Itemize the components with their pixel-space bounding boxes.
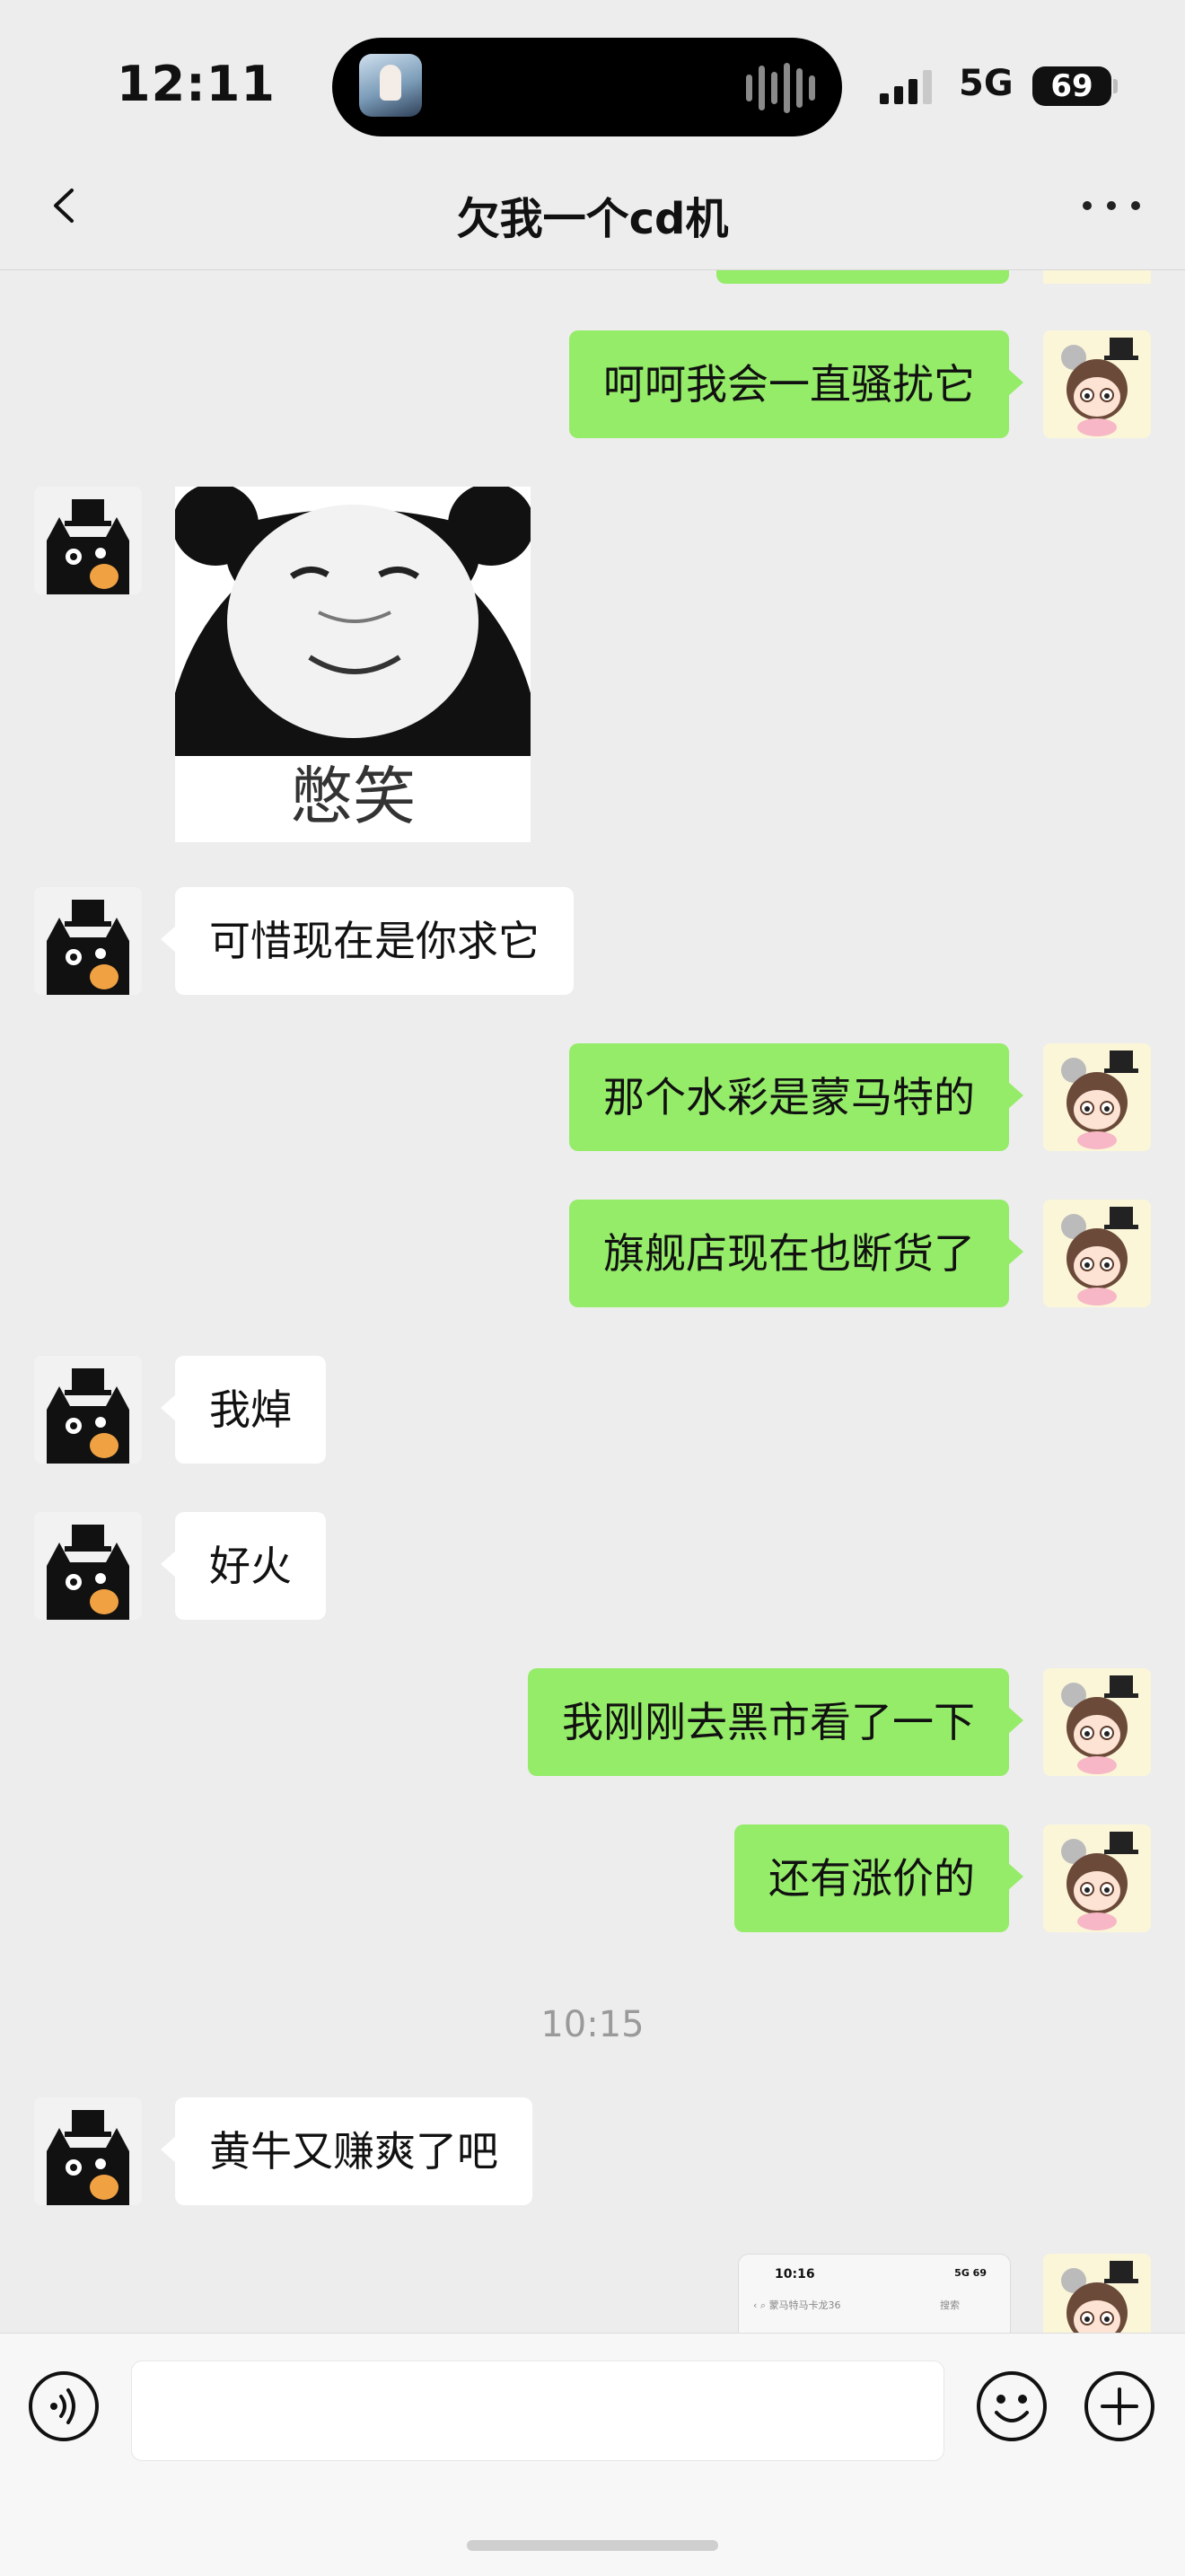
voice-input-icon[interactable] <box>27 2369 101 2443</box>
my-avatar[interactable] <box>1043 330 1151 438</box>
my-avatar[interactable] <box>1043 1200 1151 1307</box>
contact-avatar[interactable] <box>34 1356 142 1464</box>
chat-title: 欠我一个cd机 <box>456 194 729 244</box>
message-text-input[interactable] <box>131 2361 944 2461</box>
contact-avatar[interactable] <box>34 2097 142 2205</box>
sent-message-bubble[interactable]: 还有涨价的 <box>734 1824 1023 1932</box>
sent-message-bubble[interactable]: 呵呵我会一直骚扰它 <box>569 330 1023 438</box>
panda-meme-sticker[interactable]: 憋笑 <box>175 487 531 842</box>
dynamic-island[interactable] <box>332 38 842 136</box>
more-options-icon[interactable] <box>1083 192 1140 219</box>
cellular-signal-icon <box>880 68 932 104</box>
screenshot-search-text: 蒙马特马卡龙36 <box>768 2299 841 2311</box>
sent-message-bubble[interactable]: 那个水彩是蒙马特的 <box>569 1043 1023 1151</box>
status-bar: 12:11 5G 69 <box>0 0 1185 144</box>
network-type: 5G <box>959 63 1014 104</box>
contact-avatar[interactable] <box>34 487 142 594</box>
contact-avatar[interactable] <box>34 1512 142 1620</box>
battery-indicator: 69 <box>1032 66 1118 106</box>
screenshot-search-bar: ‹ ⌕ 蒙马特马卡龙36 搜索 <box>753 2299 960 2311</box>
my-avatar[interactable] <box>1043 1824 1151 1932</box>
message-list[interactable]: 呵呵我会一直骚扰它 憋笑 可惜现在是你求它 那个水彩是蒙马特的 旗舰店现在也断货… <box>0 269 1185 2333</box>
now-playing-artwork <box>359 54 422 117</box>
received-message-bubble[interactable]: 好火 <box>161 1512 326 1620</box>
received-message-bubble[interactable]: 黄牛又赚爽了吧 <box>161 2097 532 2205</box>
received-message-bubble[interactable]: 可惜现在是你求它 <box>161 887 574 995</box>
status-time: 12:11 <box>117 56 276 112</box>
audio-waveform-icon <box>746 63 815 113</box>
screenshot-search-button: 搜索 <box>940 2299 960 2311</box>
chat-header: 欠我一个cd机 <box>0 144 1185 270</box>
contact-avatar[interactable] <box>34 887 142 995</box>
my-avatar[interactable] <box>1043 2254 1151 2333</box>
sticker-caption: 憋笑 <box>290 760 416 833</box>
my-avatar-partial[interactable] <box>1043 269 1151 284</box>
sent-message-bubble[interactable]: 我刚刚去黑市看了一下 <box>528 1668 1023 1776</box>
sent-message-bubble[interactable]: 旗舰店现在也断货了 <box>569 1200 1023 1307</box>
plus-icon[interactable] <box>1083 2369 1156 2443</box>
received-message-bubble[interactable]: 我焯 <box>161 1356 326 1464</box>
home-indicator <box>467 2540 718 2551</box>
screenshot-battery: 5G 69 <box>954 2267 987 2279</box>
message-bubble-partial[interactable] <box>716 269 1009 284</box>
emoji-icon[interactable] <box>975 2369 1049 2443</box>
my-avatar[interactable] <box>1043 1043 1151 1151</box>
screenshot-time: 10:16 <box>775 2267 815 2281</box>
screenshot-image-message[interactable]: 10:16 5G 69 ‹ ⌕ 蒙马特马卡龙36 搜索 <box>738 2254 1011 2333</box>
chat-input-bar <box>0 2333 1185 2576</box>
message-timestamp: 10:15 <box>540 2004 645 2045</box>
my-avatar[interactable] <box>1043 1668 1151 1776</box>
